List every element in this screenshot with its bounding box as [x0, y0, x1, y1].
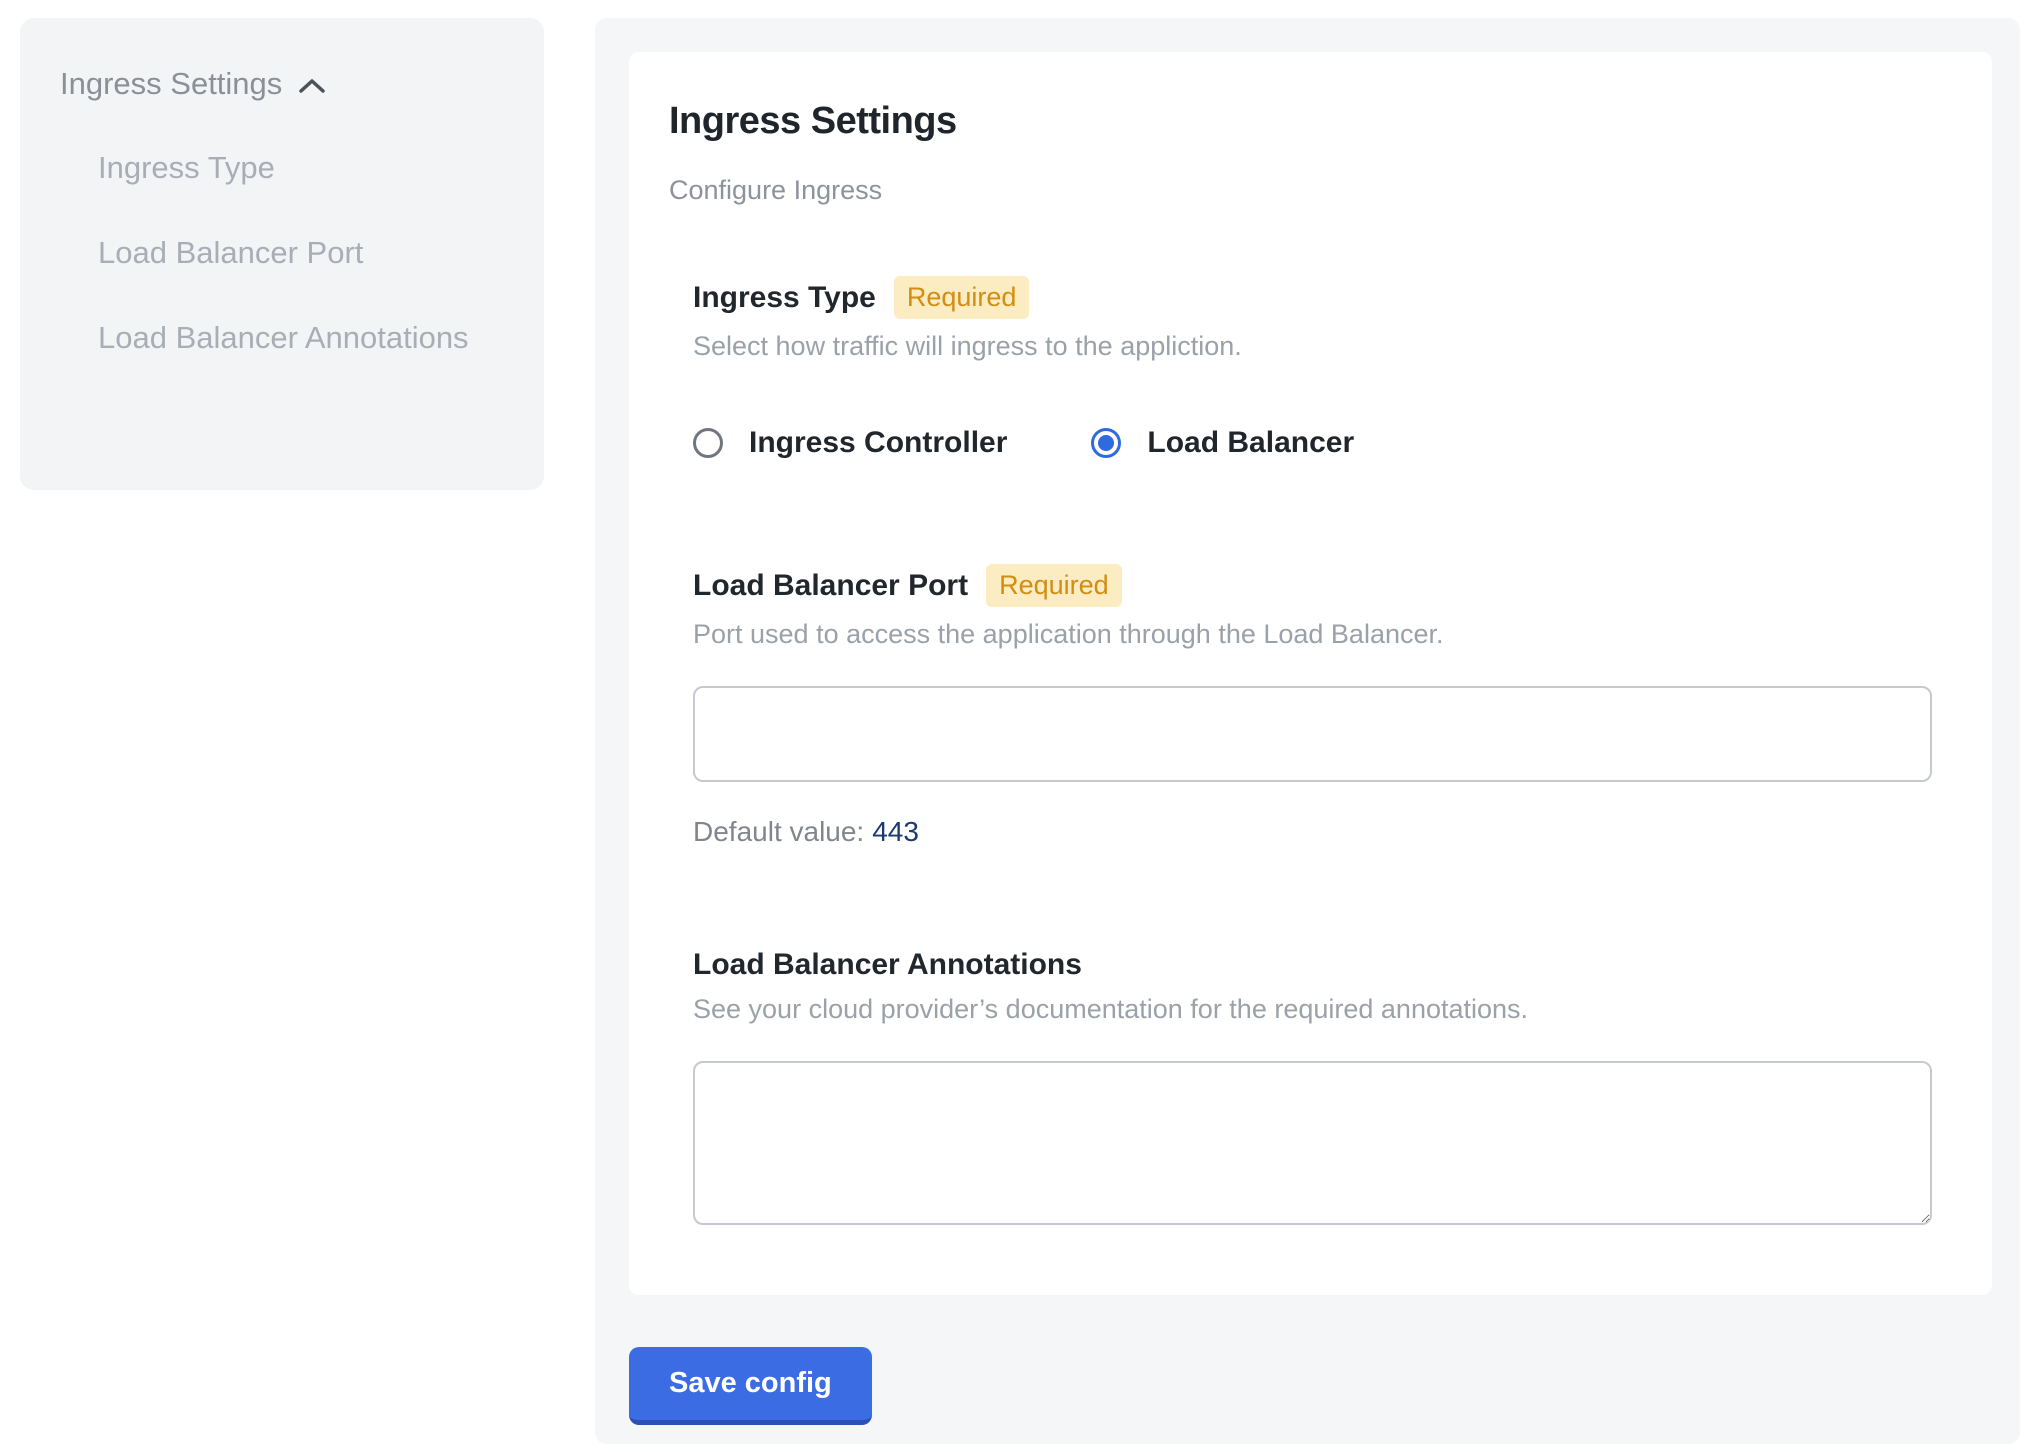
sidebar-item-load-balancer-annotations[interactable]: Load Balancer Annotations: [98, 316, 500, 361]
page-subtitle: Configure Ingress: [669, 175, 1932, 206]
field-description: Port used to access the application thro…: [693, 619, 1932, 650]
sidebar-item-ingress-type[interactable]: Ingress Type: [98, 146, 500, 191]
required-badge: Required: [894, 276, 1030, 319]
field-label-load-balancer-annotations: Load Balancer Annotations: [693, 948, 1082, 982]
radio-icon: [1091, 428, 1121, 458]
radio-option-ingress-controller[interactable]: Ingress Controller: [693, 426, 1007, 460]
page-title: Ingress Settings: [669, 100, 1932, 143]
default-value: 443: [872, 816, 919, 847]
required-badge: Required: [986, 564, 1122, 607]
field-label-load-balancer-port: Load Balancer Port: [693, 569, 968, 603]
ingress-type-radio-group: Ingress Controller Load Balancer: [693, 426, 1932, 460]
section-ingress-type: Ingress Type Required Select how traffic…: [693, 276, 1932, 460]
radio-label: Ingress Controller: [749, 426, 1007, 460]
default-value-row: Default value: 443: [693, 816, 1932, 848]
radio-icon: [693, 428, 723, 458]
load-balancer-port-input[interactable]: [693, 686, 1932, 782]
radio-label: Load Balancer: [1147, 426, 1354, 460]
section-load-balancer-port: Load Balancer Port Required Port used to…: [693, 564, 1932, 848]
radio-option-load-balancer[interactable]: Load Balancer: [1091, 426, 1354, 460]
sidebar-section-ingress-settings[interactable]: Ingress Settings: [60, 66, 500, 102]
settings-sidebar: Ingress Settings Ingress Type Load Balan…: [20, 18, 544, 490]
sidebar-section-label: Ingress Settings: [60, 66, 282, 102]
field-label-ingress-type: Ingress Type: [693, 281, 876, 315]
default-value-label: Default value:: [693, 816, 864, 847]
sidebar-item-load-balancer-port[interactable]: Load Balancer Port: [98, 231, 500, 276]
ingress-settings-card: Ingress Settings Configure Ingress Ingre…: [629, 52, 1992, 1295]
chevron-up-icon: [298, 77, 326, 95]
field-description: Select how traffic will ingress to the a…: [693, 331, 1932, 362]
sidebar-nav: Ingress Type Load Balancer Port Load Bal…: [60, 146, 500, 361]
field-description: See your cloud provider’s documentation …: [693, 994, 1932, 1025]
load-balancer-annotations-textarea[interactable]: [693, 1061, 1932, 1225]
section-load-balancer-annotations: Load Balancer Annotations See your cloud…: [693, 948, 1932, 1225]
settings-panel: Ingress Settings Configure Ingress Ingre…: [595, 18, 2020, 1444]
save-config-button[interactable]: Save config: [629, 1347, 872, 1425]
